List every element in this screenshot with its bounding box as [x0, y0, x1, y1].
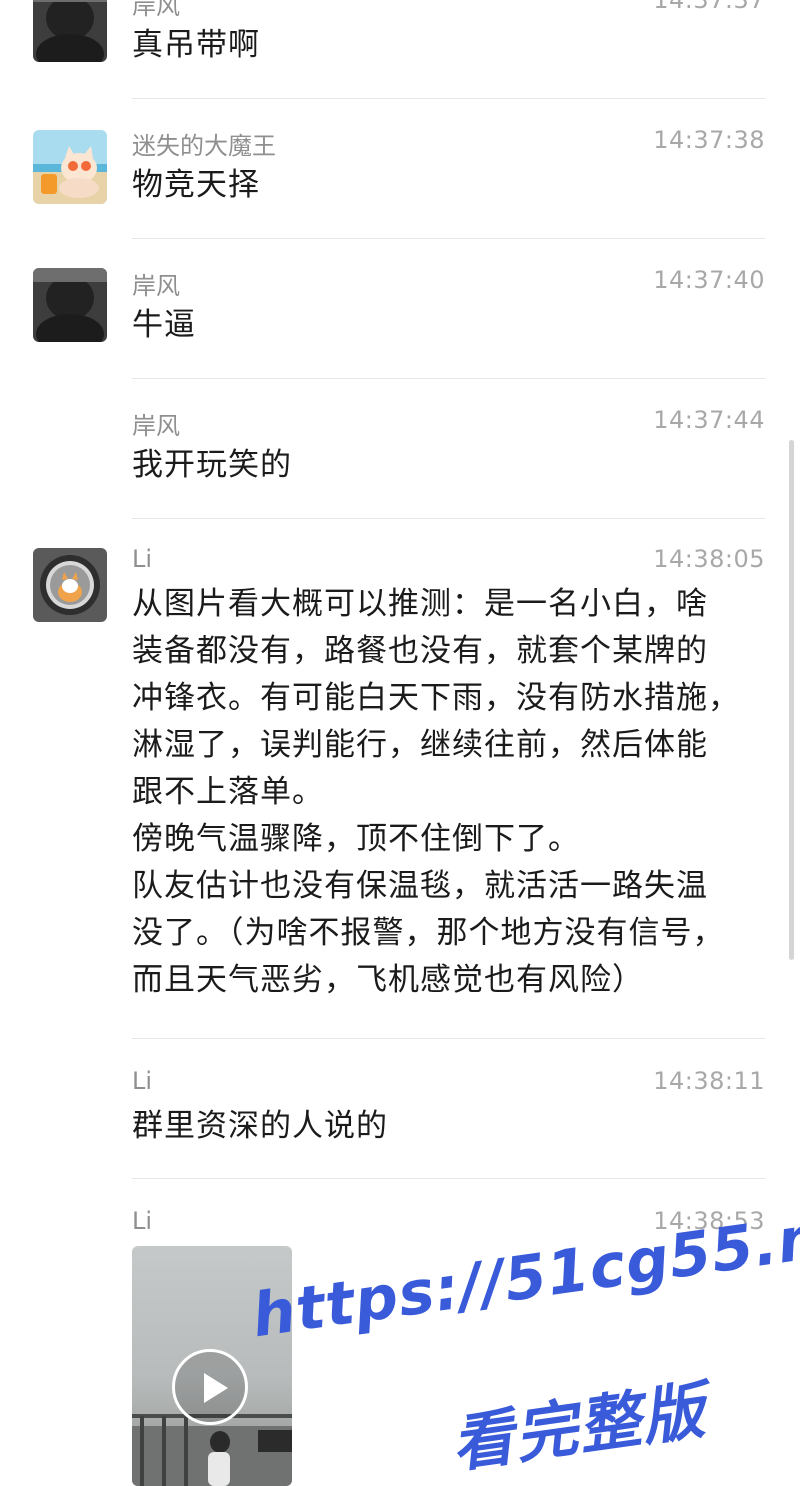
message-line: 装备都没有，路餐也没有，就套个某牌的 — [132, 633, 708, 669]
message-line: 淋湿了，误判能行，继续往前，然后体能 — [132, 727, 708, 763]
timestamp: 14:38:11 — [653, 1067, 765, 1095]
sender-name: 岸风 — [132, 272, 180, 300]
divider — [132, 378, 765, 379]
sender-name: Li — [132, 1207, 153, 1235]
message-text: 从图片看大概可以推测：是一名小白，啥 装备都没有，路餐也没有，就套个某牌的 冲锋… — [132, 581, 740, 1004]
timestamp: 14:37:38 — [653, 126, 765, 154]
divider — [132, 238, 765, 239]
message-line: 没了。（为啥不报警，那个地方没有信号， — [132, 915, 725, 951]
watermark-url: https://51cg55.me — [248, 1193, 800, 1352]
message-line: 傍晚气温骤降，顶不住倒下了。 — [132, 821, 580, 857]
avatar[interactable] — [33, 130, 107, 204]
message-line: 跟不上落单。 — [132, 774, 324, 810]
sender-name: Li — [132, 545, 153, 573]
divider — [132, 1038, 765, 1039]
message-text: 物竞天择 — [132, 167, 260, 203]
sender-name: 岸风 — [132, 0, 180, 20]
message-text: 真吊带啊 — [132, 27, 260, 63]
message-text: 牛逼 — [132, 307, 196, 343]
timestamp: 14:37:44 — [653, 406, 765, 434]
sender-name: 迷失的大魔王 — [132, 132, 276, 160]
message-line: 从图片看大概可以推测：是一名小白，啥 — [132, 586, 708, 622]
avatar[interactable] — [33, 268, 107, 342]
message-line: 队友估计也没有保温毯，就活活一路失温 — [132, 868, 708, 904]
message-line: 而且天气恶劣，飞机感觉也有风险） — [132, 962, 644, 998]
avatar[interactable] — [33, 548, 107, 622]
timestamp: 14:37:40 — [653, 266, 765, 294]
play-icon[interactable] — [172, 1349, 248, 1425]
video-scene — [132, 1416, 292, 1486]
timestamp: 14:37:37 — [653, 0, 765, 14]
divider — [132, 1178, 765, 1179]
divider — [132, 98, 765, 99]
sender-name: Li — [132, 1067, 153, 1095]
avatar[interactable] — [33, 0, 107, 62]
divider — [132, 518, 765, 519]
message-line: 冲锋衣。有可能白天下雨，没有防水措施， — [132, 680, 740, 716]
watermark-text: 看完整版 — [446, 1373, 711, 1482]
scrollbar[interactable] — [789, 440, 794, 960]
timestamp: 14:38:05 — [653, 545, 765, 573]
message-text: 我开玩笑的 — [132, 447, 292, 483]
message-text: 群里资深的人说的 — [132, 1108, 388, 1144]
sender-name: 岸风 — [132, 412, 180, 440]
